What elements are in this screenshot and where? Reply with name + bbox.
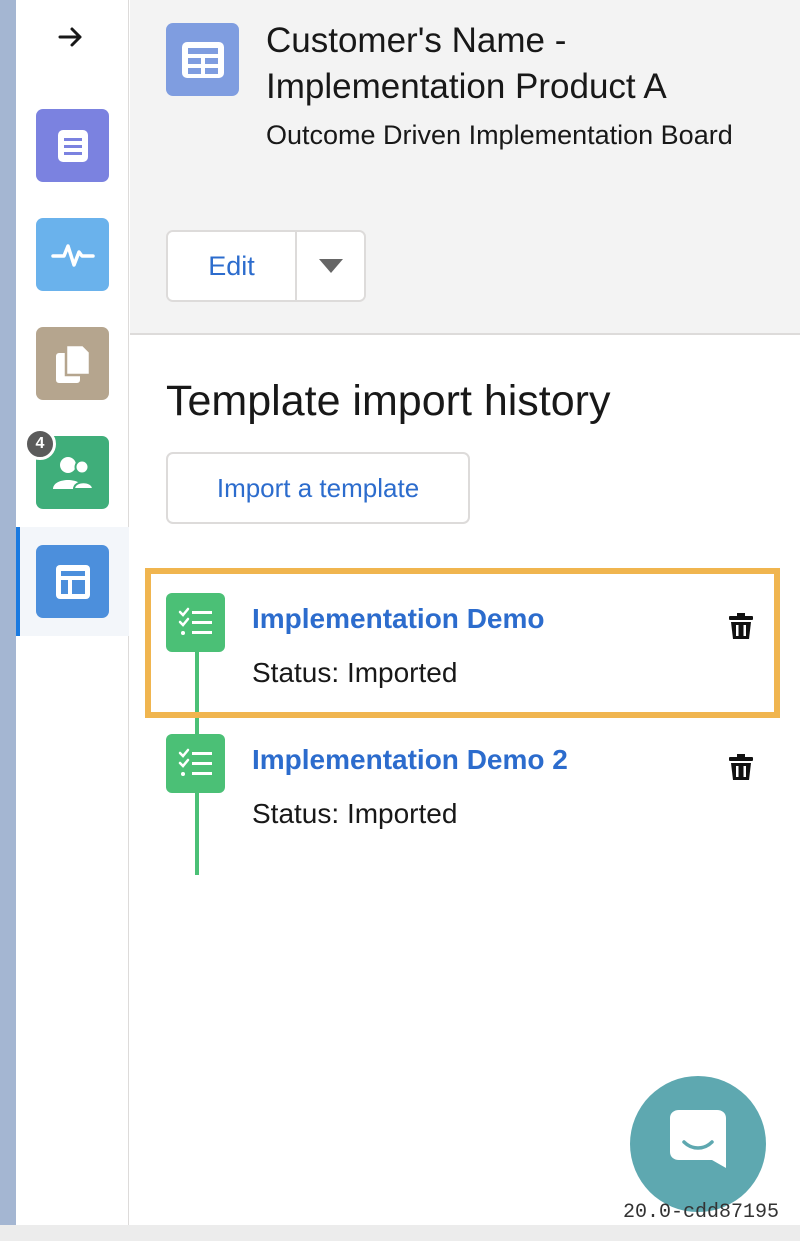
section-title: Template import history (166, 377, 611, 425)
header-actions: Edit (166, 230, 366, 302)
history-item-status: Status: Imported (252, 798, 458, 829)
layout-icon (55, 564, 90, 599)
pulse-icon (50, 243, 95, 267)
page-subtitle: Outcome Driven Implementation Board (266, 120, 733, 150)
bottom-strip (0, 1225, 800, 1241)
rail-item-activity[interactable] (36, 218, 109, 291)
history-item: Implementation Demo 2 Status: Imported (166, 734, 766, 834)
record-header: Customer's Name - Implementation Product… (130, 0, 800, 335)
chat-icon (670, 1110, 726, 1168)
rail-item-list[interactable] (36, 109, 109, 182)
chat-launcher-button[interactable] (630, 1076, 766, 1212)
trash-icon[interactable] (724, 750, 758, 784)
highlight-box (145, 568, 780, 718)
left-edge-strip (0, 0, 16, 1225)
more-actions-button[interactable] (295, 232, 364, 300)
caret-down-icon (318, 259, 343, 273)
utility-rail: 4 (16, 0, 129, 1225)
edit-button[interactable]: Edit (168, 232, 295, 300)
contacts-icon (52, 456, 94, 490)
rail-item-files[interactable] (36, 327, 109, 400)
checklist-icon (166, 734, 225, 793)
expand-arrow-icon[interactable] (56, 22, 86, 52)
contacts-badge: 4 (24, 428, 56, 460)
list-icon (57, 129, 88, 162)
rail-item-board[interactable] (36, 545, 109, 618)
page-title: Customer's Name - Implementation Product… (266, 21, 667, 106)
import-template-button[interactable]: Import a template (166, 452, 470, 524)
version-label: 20.0-cdd87195 (623, 1201, 780, 1224)
history-item-title[interactable]: Implementation Demo 2 (252, 744, 568, 776)
copy-icon (55, 343, 91, 383)
board-icon (166, 23, 239, 96)
